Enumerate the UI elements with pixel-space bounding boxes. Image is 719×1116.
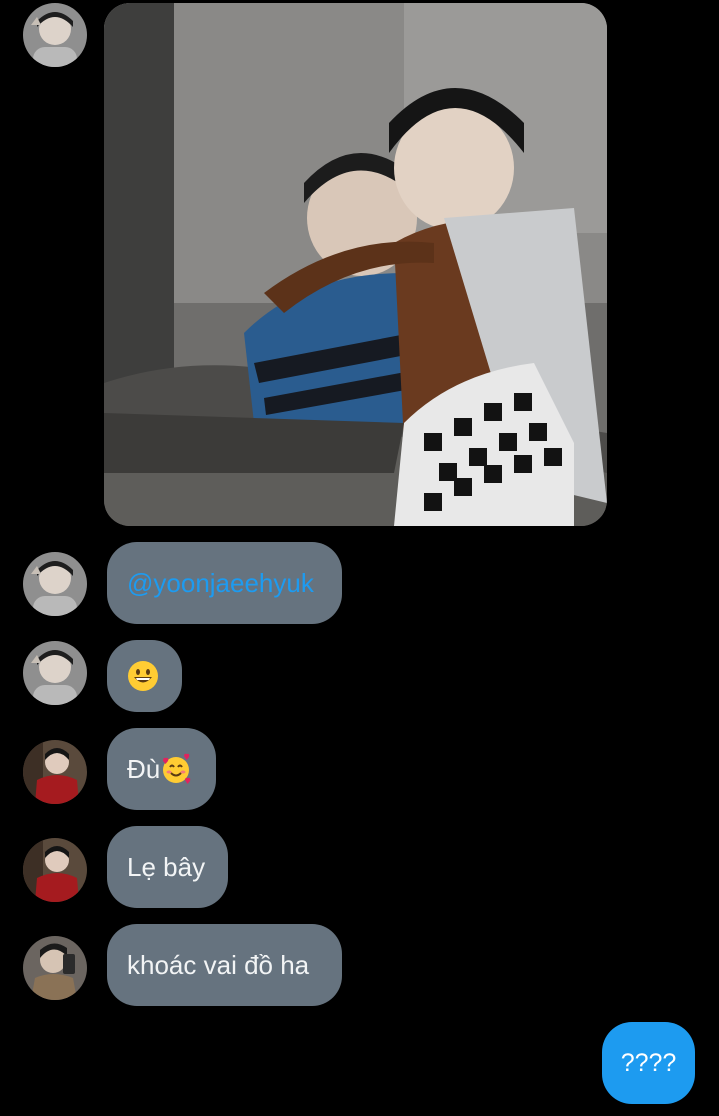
avatar-photo-1: [23, 3, 87, 67]
sender-avatar[interactable]: [23, 3, 87, 67]
message-image[interactable]: [104, 3, 607, 526]
avatar-photo-2: [23, 838, 87, 902]
message-text: ????: [620, 1048, 677, 1077]
message-bubble[interactable]: Lẹ bây: [107, 826, 228, 908]
sender-avatar[interactable]: [23, 936, 87, 1000]
sender-avatar[interactable]: [23, 641, 87, 705]
message-text: Lẹ bây: [127, 851, 206, 882]
message-bubble[interactable]: khoác vai đồ ha: [107, 924, 342, 1006]
shared-photo: [104, 3, 607, 526]
sender-avatar[interactable]: [23, 552, 87, 616]
mention-link[interactable]: @yoonjaeehyuk: [127, 568, 314, 599]
avatar-photo-1: [23, 641, 87, 705]
message-bubble-emoji[interactable]: [107, 640, 182, 712]
avatar-photo-3: [23, 936, 87, 1000]
message-text: Đù: [127, 753, 161, 784]
smiling-face-with-hearts-icon: [163, 753, 191, 784]
avatar-photo-1: [23, 552, 87, 616]
sender-avatar[interactable]: [23, 838, 87, 902]
grinning-face-icon: [128, 661, 158, 691]
message-bubble-mention[interactable]: @yoonjaeehyuk: [107, 542, 342, 624]
message-bubble[interactable]: Đù: [107, 728, 216, 810]
sender-avatar[interactable]: [23, 740, 87, 804]
sent-message-bubble[interactable]: ????: [602, 1022, 695, 1104]
avatar-photo-2: [23, 740, 87, 804]
message-text: khoác vai đồ ha: [127, 949, 310, 980]
